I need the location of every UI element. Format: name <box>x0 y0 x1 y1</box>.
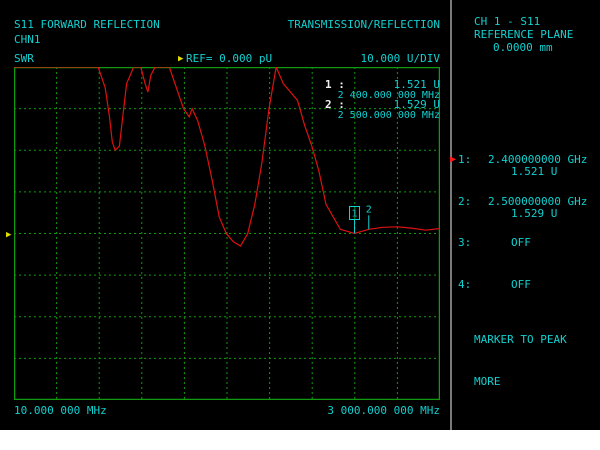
more-label: MORE <box>474 375 501 388</box>
softkey-marker-2[interactable]: 2: 2.500000000 GHz 1.529 U <box>455 196 600 226</box>
sidebar-reference-plane-value: 0.0000 mm <box>493 41 553 54</box>
marker-2-number: 2: <box>458 195 472 208</box>
mode-label: TRANSMISSION/REFLECTION <box>287 18 440 31</box>
reference-value[interactable]: REF= 0.000 pU <box>186 53 272 65</box>
marker-to-peak-button[interactable]: MARKER TO PEAK <box>455 334 600 364</box>
reference-arrow-icon: ▶ <box>178 54 184 64</box>
marker-4-number: 4: <box>458 278 472 291</box>
sidebar-reference-plane-title: REFERENCE PLANE <box>474 28 574 41</box>
marker-1-number: 1: <box>458 153 472 166</box>
measurement-title: S11 FORWARD REFLECTION <box>14 18 160 31</box>
scale-value[interactable]: 10.000 U/DIV <box>300 53 440 65</box>
softkey-marker-1[interactable]: ▶ 1: 2.400000000 GHz 1.521 U <box>450 153 600 184</box>
marker-3-number: 3: <box>458 236 472 249</box>
start-frequency[interactable]: 10.000 000 MHz <box>14 405 107 417</box>
marker-1-value: 1.521 U <box>511 165 558 178</box>
channel-label: CHN1 <box>14 33 41 46</box>
marker-3-state: OFF <box>511 236 531 249</box>
marker-to-peak-label: MARKER TO PEAK <box>474 333 567 346</box>
active-marker-arrow-icon: ▶ <box>450 154 457 165</box>
marker-1-label: 1 <box>351 209 357 220</box>
format-label[interactable]: SWR <box>14 53 34 65</box>
softkey-marker-3[interactable]: 3: OFF <box>455 237 600 267</box>
more-button[interactable]: MORE <box>455 376 600 406</box>
stop-frequency[interactable]: 3 000.000 000 MHz <box>260 405 440 417</box>
analyzer-screen: S11 FORWARD REFLECTION CHN1 TRANSMISSION… <box>0 0 600 430</box>
sidebar-channel-title: CH 1 - S11 <box>474 15 541 28</box>
reference-level-arrow-icon: ▶ <box>6 230 12 240</box>
marker-2-readout-freq: 2 500.000 000 MHz <box>337 110 440 121</box>
marker-2-value: 1.529 U <box>511 207 558 220</box>
marker-4-state: OFF <box>511 278 531 291</box>
panel-divider <box>450 0 452 430</box>
marker-2-label: 2 <box>366 204 372 215</box>
softkey-marker-4[interactable]: 4: OFF <box>455 279 600 309</box>
